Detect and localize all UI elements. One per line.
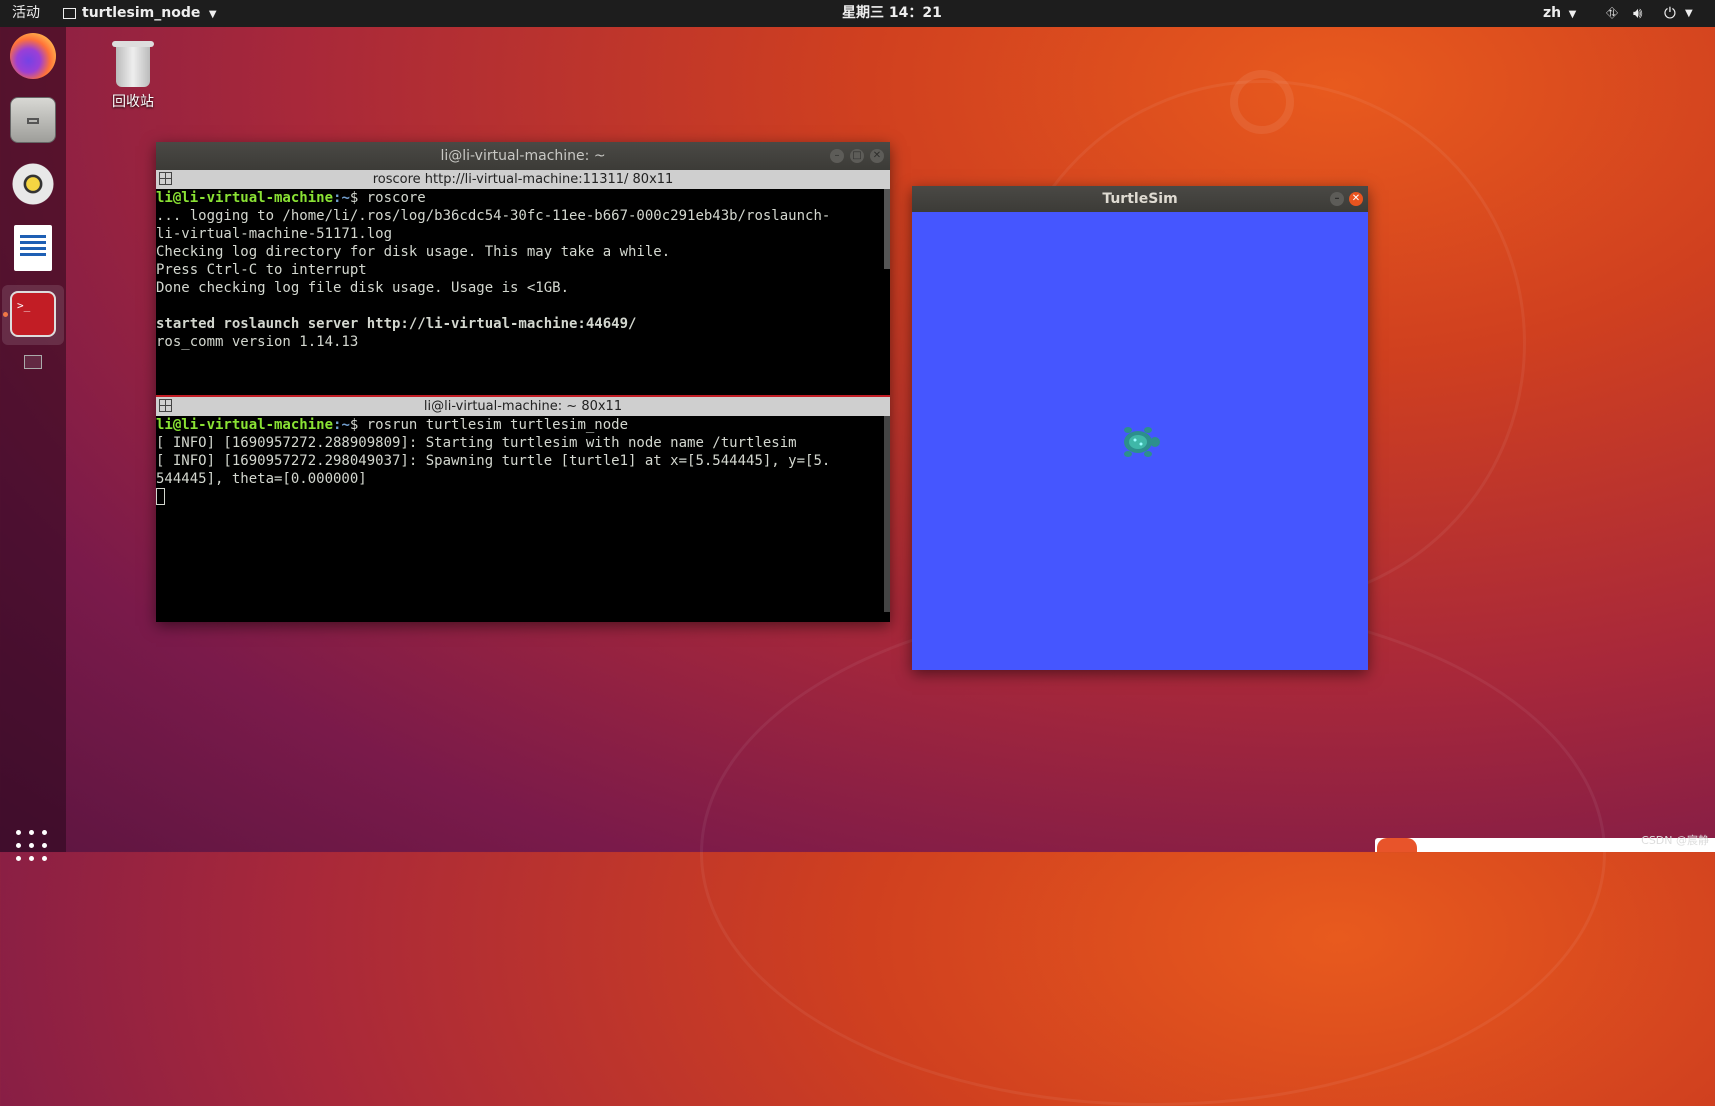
document-lines-icon	[20, 235, 46, 257]
terminal-pane-turtlesim[interactable]: li@li-virtual-machine:~$ rosrun turtlesi…	[156, 416, 890, 612]
output-line: Done checking log file disk usage. Usage…	[156, 280, 570, 296]
output-line: Checking log directory for disk usage. T…	[156, 244, 671, 260]
top-bar: 活动 turtlesim_node ▼ 星期三 14：21 zh ▼ ⛗ 🔊︎ …	[0, 0, 1715, 27]
power-icon[interactable]: ⏻	[1664, 0, 1676, 27]
writer-icon[interactable]	[14, 225, 52, 271]
trash-label: 回收站	[112, 94, 154, 110]
turtlesim-window[interactable]: TurtleSim – ✕	[912, 186, 1368, 670]
app-menu-label: turtlesim_node	[82, 5, 201, 21]
clock[interactable]: 星期三 14：21	[842, 0, 942, 27]
trash-icon	[112, 41, 154, 87]
chevron-down-icon: ▼	[208, 9, 217, 20]
chevron-down-icon[interactable]: ▼	[1685, 0, 1693, 27]
output-line: 544445], theta=[0.000000]	[156, 471, 367, 487]
prompt-line: li@li-virtual-machine:~$ rosrun turtlesi…	[156, 417, 629, 433]
app-menu[interactable]: turtlesim_node ▼	[63, 0, 217, 27]
terminal-titlebar[interactable]: li@li-virtual-machine: ~ – □ ✕	[156, 142, 890, 170]
output-line: ros_comm version 1.14.13	[156, 334, 359, 350]
terminal-title: li@li-virtual-machine: ~	[440, 148, 606, 164]
pane-header-roscore[interactable]: roscore http://li-virtual-machine:11311/…	[156, 170, 890, 189]
minimize-button[interactable]: –	[1330, 192, 1344, 206]
volume-icon[interactable]: 🔊︎	[1633, 0, 1642, 27]
turtle-icon	[1124, 427, 1160, 457]
maximize-button[interactable]: □	[850, 149, 864, 163]
terminal-prompt-icon: >_	[17, 299, 31, 312]
turtlesim-canvas[interactable]	[912, 212, 1368, 670]
minimize-button[interactable]: –	[830, 149, 844, 163]
output-line: ... logging to /home/li/.ros/log/b36cdc5…	[156, 208, 831, 224]
workspace-icon[interactable]	[24, 355, 42, 369]
close-button[interactable]: ✕	[870, 149, 884, 163]
split-grid-icon[interactable]	[159, 399, 172, 412]
input-method-menu[interactable]: zh ▼	[1543, 0, 1576, 27]
output-line: [ INFO] [1690957272.288909809]: Starting…	[156, 435, 797, 451]
chevron-down-icon: ▼	[1568, 9, 1577, 20]
rhythmbox-icon[interactable]	[10, 161, 56, 207]
prompt-line: li@li-virtual-machine:~$ roscore	[156, 190, 426, 206]
turtlesim-titlebar[interactable]: TurtleSim – ✕	[912, 186, 1368, 212]
trash-desktop-item[interactable]: 回收站	[104, 41, 162, 111]
csdn-logo-icon	[1377, 838, 1417, 852]
pane-header-turtlesim[interactable]: li@li-virtual-machine: ~ 80x11	[156, 397, 890, 416]
trash-lid-icon	[112, 41, 154, 47]
input-method-label: zh	[1543, 5, 1562, 21]
wallpaper-decoration	[1230, 70, 1294, 134]
split-grid-icon[interactable]	[159, 172, 172, 185]
wallpaper-decoration	[700, 600, 1606, 1106]
text-cursor	[156, 488, 165, 505]
pane-title: roscore http://li-virtual-machine:11311/…	[372, 172, 674, 187]
scrollbar[interactable]	[884, 189, 890, 269]
network-icon[interactable]: ⛗	[1606, 0, 1618, 27]
terminal-pane-roscore[interactable]: li@li-virtual-machine:~$ roscore ... log…	[156, 189, 890, 395]
running-indicator	[3, 312, 8, 317]
terminal-window[interactable]: li@li-virtual-machine: ~ – □ ✕ roscore h…	[156, 142, 890, 622]
watermark: CSDN @宸静	[1641, 834, 1709, 847]
close-button[interactable]: ✕	[1349, 192, 1363, 206]
output-line: Press Ctrl-C to interrupt	[156, 262, 367, 278]
pane-title: li@li-virtual-machine: ~ 80x11	[423, 399, 623, 414]
firefox-icon[interactable]	[10, 33, 56, 79]
dock: >_	[0, 27, 66, 861]
drawer-handle-icon	[27, 118, 39, 124]
output-line: [ INFO] [1690957272.298049037]: Spawning…	[156, 453, 831, 469]
turtlesim-title: TurtleSim	[1102, 191, 1178, 207]
window-icon	[63, 7, 76, 19]
files-icon[interactable]	[10, 97, 56, 143]
scrollbar[interactable]	[884, 416, 890, 612]
output-line: started roslaunch server http://li-virtu…	[156, 316, 637, 332]
cursor-line	[156, 488, 890, 506]
show-applications-icon[interactable]	[16, 830, 50, 864]
terminal-icon[interactable]: >_	[10, 291, 56, 337]
output-line: li-virtual-machine-51171.log	[156, 226, 393, 242]
activities-button[interactable]: 活动	[12, 0, 40, 27]
